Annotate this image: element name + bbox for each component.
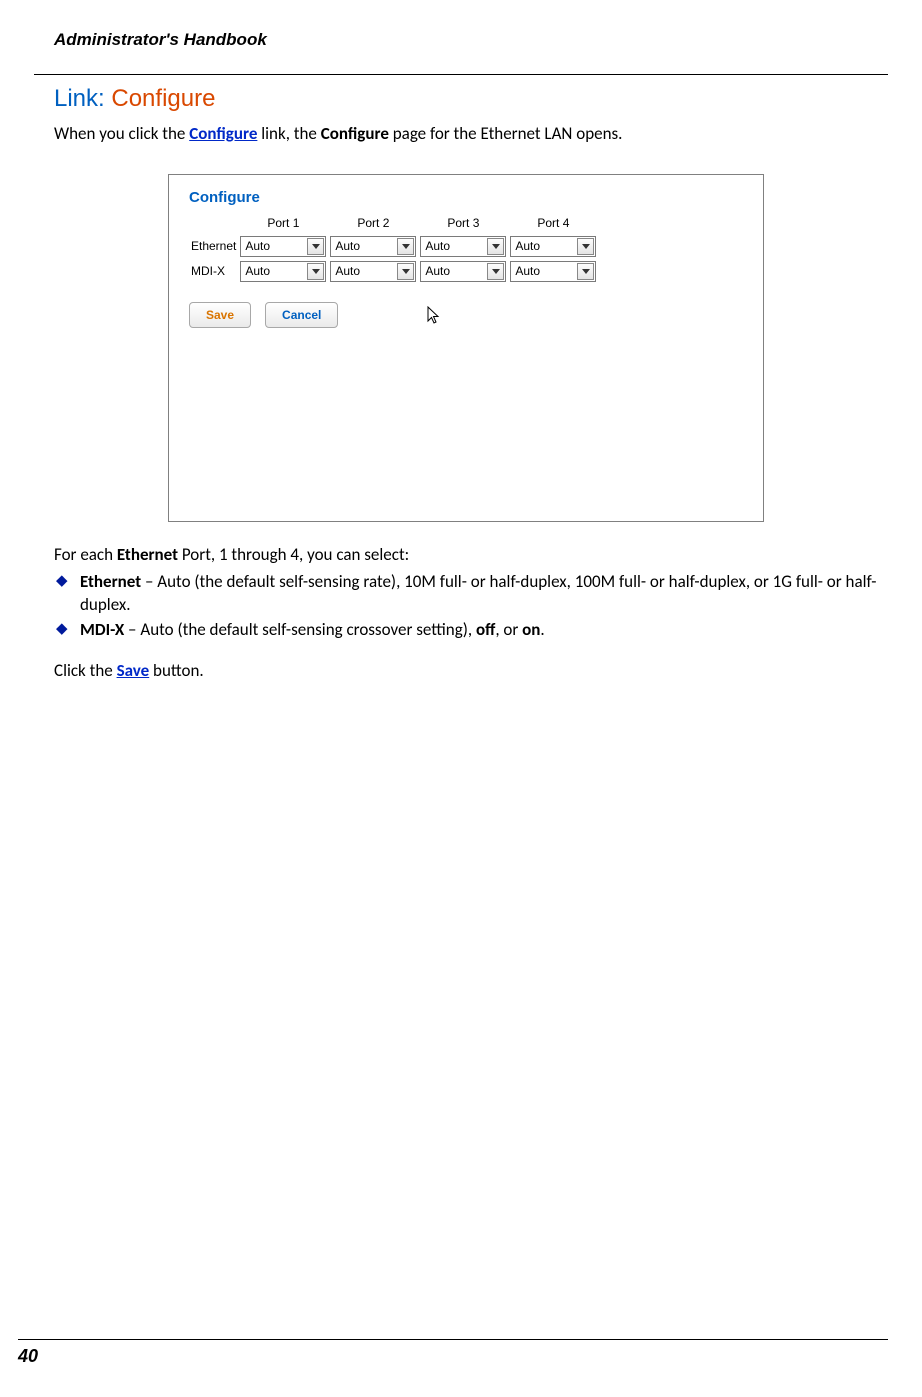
page-number: 40 <box>18 1346 878 1367</box>
chevron-down-icon <box>397 238 414 255</box>
col-header: Port 3 <box>418 214 508 234</box>
bullet-list: Ethernet – Auto (the default self-sensin… <box>54 571 878 642</box>
page-footer: 40 <box>0 1339 922 1367</box>
intro-paragraph: When you click the Configure link, the C… <box>54 123 878 146</box>
click-save-post: button. <box>149 660 204 681</box>
bullet-bold: MDI-X <box>80 619 124 640</box>
bullet-text: – Auto (the default self-sensing crossov… <box>124 619 476 640</box>
intro-post: page for the Ethernet LAN opens. <box>389 123 623 144</box>
section-title: Link: Configure <box>54 85 878 113</box>
bullet-text: . <box>540 619 544 640</box>
intro-mid: link, the <box>257 123 320 144</box>
after-pre: For each <box>54 544 117 565</box>
bullet-bold: Ethernet <box>80 571 141 592</box>
configure-table: Port 1 Port 2 Port 3 Port 4 Ethernet Aut… <box>189 214 598 284</box>
ethernet-port4-select[interactable]: Auto <box>510 236 596 257</box>
table-row: Ethernet Auto Auto Auto Auto <box>189 234 598 259</box>
select-value: Auto <box>515 239 540 253</box>
mdix-port4-select[interactable]: Auto <box>510 261 596 282</box>
click-save-pre: Click the <box>54 660 117 681</box>
select-value: Auto <box>335 264 360 278</box>
select-value: Auto <box>515 264 540 278</box>
section-title-suffix: Configure <box>111 85 215 112</box>
table-header-row: Port 1 Port 2 Port 3 Port 4 <box>189 214 598 234</box>
select-value: Auto <box>245 264 270 278</box>
chevron-down-icon <box>307 238 324 255</box>
table-row: MDI-X Auto Auto Auto Auto <box>189 259 598 284</box>
select-value: Auto <box>425 264 450 278</box>
chevron-down-icon <box>487 263 504 280</box>
intro-pre: When you click the <box>54 123 189 144</box>
chevron-down-icon <box>577 238 594 255</box>
mdix-port1-select[interactable]: Auto <box>240 261 326 282</box>
chevron-down-icon <box>307 263 324 280</box>
chevron-down-icon <box>397 263 414 280</box>
select-value: Auto <box>245 239 270 253</box>
ethernet-port2-select[interactable]: Auto <box>330 236 416 257</box>
bullet-bold2: off <box>476 619 495 640</box>
list-item: Ethernet – Auto (the default self-sensin… <box>54 571 878 617</box>
ethernet-port1-select[interactable]: Auto <box>240 236 326 257</box>
after-paragraph: For each Ethernet Port, 1 through 4, you… <box>54 544 878 565</box>
save-button[interactable]: Save <box>189 302 251 328</box>
chevron-down-icon <box>487 238 504 255</box>
ethernet-port3-select[interactable]: Auto <box>420 236 506 257</box>
bullet-text: , or <box>495 619 522 640</box>
button-row: Save Cancel <box>189 302 743 328</box>
row-label-ethernet: Ethernet <box>189 234 238 259</box>
mdix-port3-select[interactable]: Auto <box>420 261 506 282</box>
col-header: Port 1 <box>238 214 328 234</box>
after-post: Port, 1 through 4, you can select: <box>178 544 409 565</box>
cancel-button[interactable]: Cancel <box>265 302 338 328</box>
configure-link[interactable]: Configure <box>189 123 257 144</box>
divider-bottom <box>18 1339 888 1340</box>
col-header: Port 2 <box>328 214 418 234</box>
chevron-down-icon <box>577 263 594 280</box>
select-value: Auto <box>335 239 360 253</box>
running-header: Administrator's Handbook <box>54 30 878 50</box>
configure-screenshot: Configure Port 1 Port 2 Port 3 Port 4 Et… <box>168 174 764 522</box>
mdix-port2-select[interactable]: Auto <box>330 261 416 282</box>
col-header: Port 4 <box>508 214 598 234</box>
cursor-icon <box>427 306 441 331</box>
intro-bold: Configure <box>321 123 389 144</box>
save-link[interactable]: Save <box>117 660 150 681</box>
bullet-text: – Auto (the default self-sensing rate), … <box>80 571 876 615</box>
list-item: MDI-X – Auto (the default self-sensing c… <box>54 619 878 642</box>
section-title-prefix: Link: <box>54 85 111 112</box>
click-save-paragraph: Click the Save button. <box>54 660 878 681</box>
select-value: Auto <box>425 239 450 253</box>
after-bold: Ethernet <box>117 544 178 565</box>
bullet-bold3: on <box>522 619 540 640</box>
divider-top <box>34 74 888 75</box>
screenshot-title: Configure <box>189 189 743 206</box>
row-label-mdix: MDI-X <box>189 259 238 284</box>
